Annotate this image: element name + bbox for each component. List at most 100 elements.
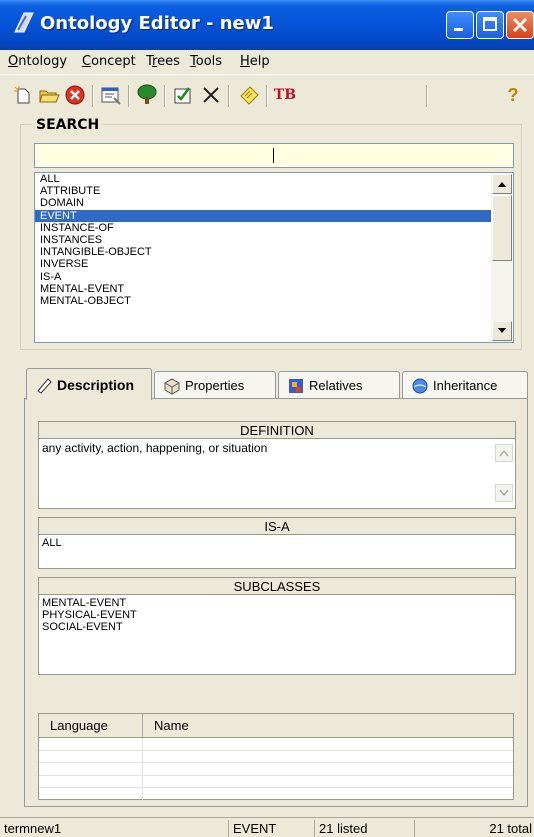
edit-button[interactable]: [170, 82, 196, 108]
open-button[interactable]: [36, 82, 62, 108]
grid-row[interactable]: [39, 775, 513, 788]
tab-relatives-label: Relatives: [309, 378, 363, 393]
list-item[interactable]: DOMAIN: [35, 197, 491, 209]
menu-ontology[interactable]: Ontology: [8, 54, 67, 69]
menu-bar: Ontology Concept Trees Tools Help: [0, 50, 534, 75]
column-header-name[interactable]: Name: [143, 714, 513, 737]
maximize-button[interactable]: [476, 11, 504, 39]
scroll-down-button[interactable]: [492, 321, 512, 341]
subclasses-section: SUBCLASSES MENTAL-EVENT PHYSICAL-EVENT S…: [38, 577, 516, 675]
menu-tools[interactable]: Tools: [190, 54, 222, 69]
tree-icon: [137, 84, 157, 104]
new-icon: [14, 86, 30, 104]
status-bar: termnew1 EVENT 21 listed 21 total: [0, 817, 534, 837]
close-button[interactable]: [506, 11, 534, 39]
status-term: termnew1: [4, 821, 62, 836]
isa-header: IS-A: [39, 518, 515, 535]
close-icon: [512, 17, 528, 33]
grid-row[interactable]: [39, 763, 513, 776]
subclass-item[interactable]: MENTAL-EVENT: [42, 597, 512, 609]
app-icon: [14, 12, 34, 33]
search-title: SEARCH: [32, 117, 104, 133]
help-icon: ?: [507, 84, 519, 105]
window-title: Ontology Editor - new1: [40, 13, 274, 34]
list-item[interactable]: EVENT: [35, 209, 491, 222]
isa-item[interactable]: ALL: [42, 537, 512, 549]
arrow-down-icon: [498, 328, 506, 333]
isa-section: IS-A ALL: [38, 517, 516, 569]
tab-inheritance-label: Inheritance: [433, 378, 498, 393]
scroll-thumb[interactable]: [492, 195, 512, 261]
arrow-down-icon: [499, 489, 509, 497]
definition-text[interactable]: any activity, action, happening, or situ…: [39, 439, 515, 457]
edit-icon: [174, 87, 191, 104]
subclasses-header: SUBCLASSES: [39, 578, 515, 595]
toolbar: TB ?: [0, 76, 534, 114]
menu-trees[interactable]: Trees: [146, 54, 180, 69]
concept-list[interactable]: ALL ATTRIBUTE DOMAIN EVENT INSTANCE-OF INSTAN…: [34, 172, 514, 343]
status-total: 21 total: [414, 820, 534, 837]
open-icon: [39, 90, 60, 103]
grid-row[interactable]: [39, 738, 513, 751]
menu-help[interactable]: Help: [240, 54, 270, 69]
tab-description[interactable]: Description: [26, 368, 152, 400]
delete-button[interactable]: [62, 82, 88, 108]
minimize-icon: [454, 28, 463, 31]
tab-relatives[interactable]: Relatives: [278, 371, 400, 399]
tb-icon: TB: [273, 87, 297, 103]
relatives-icon: [289, 378, 303, 393]
menu-concept[interactable]: Concept: [82, 54, 136, 69]
status-listed: 21 listed: [314, 820, 410, 837]
names-grid[interactable]: Language Name: [38, 713, 514, 801]
list-item[interactable]: MENTAL-EVENT: [35, 283, 491, 295]
delete-icon: [65, 85, 85, 105]
tree-button[interactable]: [134, 82, 160, 108]
list-item[interactable]: INTANGIBLE-OBJECT: [35, 246, 491, 258]
pencil-icon: [37, 377, 52, 394]
properties-icon: [164, 377, 180, 395]
note-button[interactable]: [236, 82, 262, 108]
list-item[interactable]: MENTAL-OBJECT: [35, 295, 491, 307]
list-item[interactable]: INSTANCES: [35, 234, 491, 246]
properties-button[interactable]: [98, 82, 124, 108]
concept-list-items: ALL ATTRIBUTE DOMAIN EVENT INSTANCE-OF INSTAN…: [35, 173, 513, 307]
list-item[interactable]: ALL: [35, 173, 491, 185]
title-bar: Ontology Editor - new1: [0, 0, 534, 50]
maximize-icon: [483, 17, 497, 31]
isa-list[interactable]: ALL: [39, 535, 515, 551]
definition-section: DEFINITION any activity, action, happeni…: [38, 421, 516, 509]
arrow-up-icon: [498, 182, 506, 187]
scroll-up-button[interactable]: [495, 444, 513, 462]
tab-inheritance[interactable]: Inheritance: [402, 371, 528, 399]
tb-button[interactable]: TB: [272, 82, 298, 108]
definition-header: DEFINITION: [39, 422, 515, 439]
tab-description-label: Description: [57, 376, 135, 393]
grid-row[interactable]: [39, 750, 513, 763]
subclass-item[interactable]: PHYSICAL-EVENT: [42, 609, 512, 621]
grid-row[interactable]: [39, 788, 513, 801]
help-button[interactable]: ?: [500, 82, 526, 108]
properties-icon: [101, 87, 121, 105]
cut-button[interactable]: [198, 82, 224, 108]
minimize-button[interactable]: [446, 11, 474, 39]
inheritance-icon: [412, 378, 428, 393]
status-concept: EVENT: [228, 820, 310, 837]
search-input[interactable]: [34, 143, 514, 168]
scroll-up-button[interactable]: [492, 174, 512, 194]
list-item[interactable]: INVERSE: [35, 258, 491, 270]
new-button[interactable]: [10, 82, 36, 108]
subclass-item[interactable]: SOCIAL-EVENT: [42, 621, 512, 633]
text-caret: [273, 148, 274, 163]
subclasses-list[interactable]: MENTAL-EVENT PHYSICAL-EVENT SOCIAL-EVENT: [39, 595, 515, 635]
list-item[interactable]: ATTRIBUTE: [35, 185, 491, 197]
cut-icon: [203, 87, 219, 103]
list-item[interactable]: IS-A: [35, 271, 491, 283]
scroll-down-button[interactable]: [495, 484, 513, 502]
column-header-language[interactable]: Language: [39, 714, 143, 737]
list-scrollbar[interactable]: [491, 173, 513, 342]
arrow-up-icon: [499, 449, 509, 457]
tab-properties[interactable]: Properties: [154, 371, 276, 399]
note-icon: [240, 86, 259, 105]
grid-header: Language Name: [39, 714, 513, 738]
list-item[interactable]: INSTANCE-OF: [35, 222, 491, 234]
